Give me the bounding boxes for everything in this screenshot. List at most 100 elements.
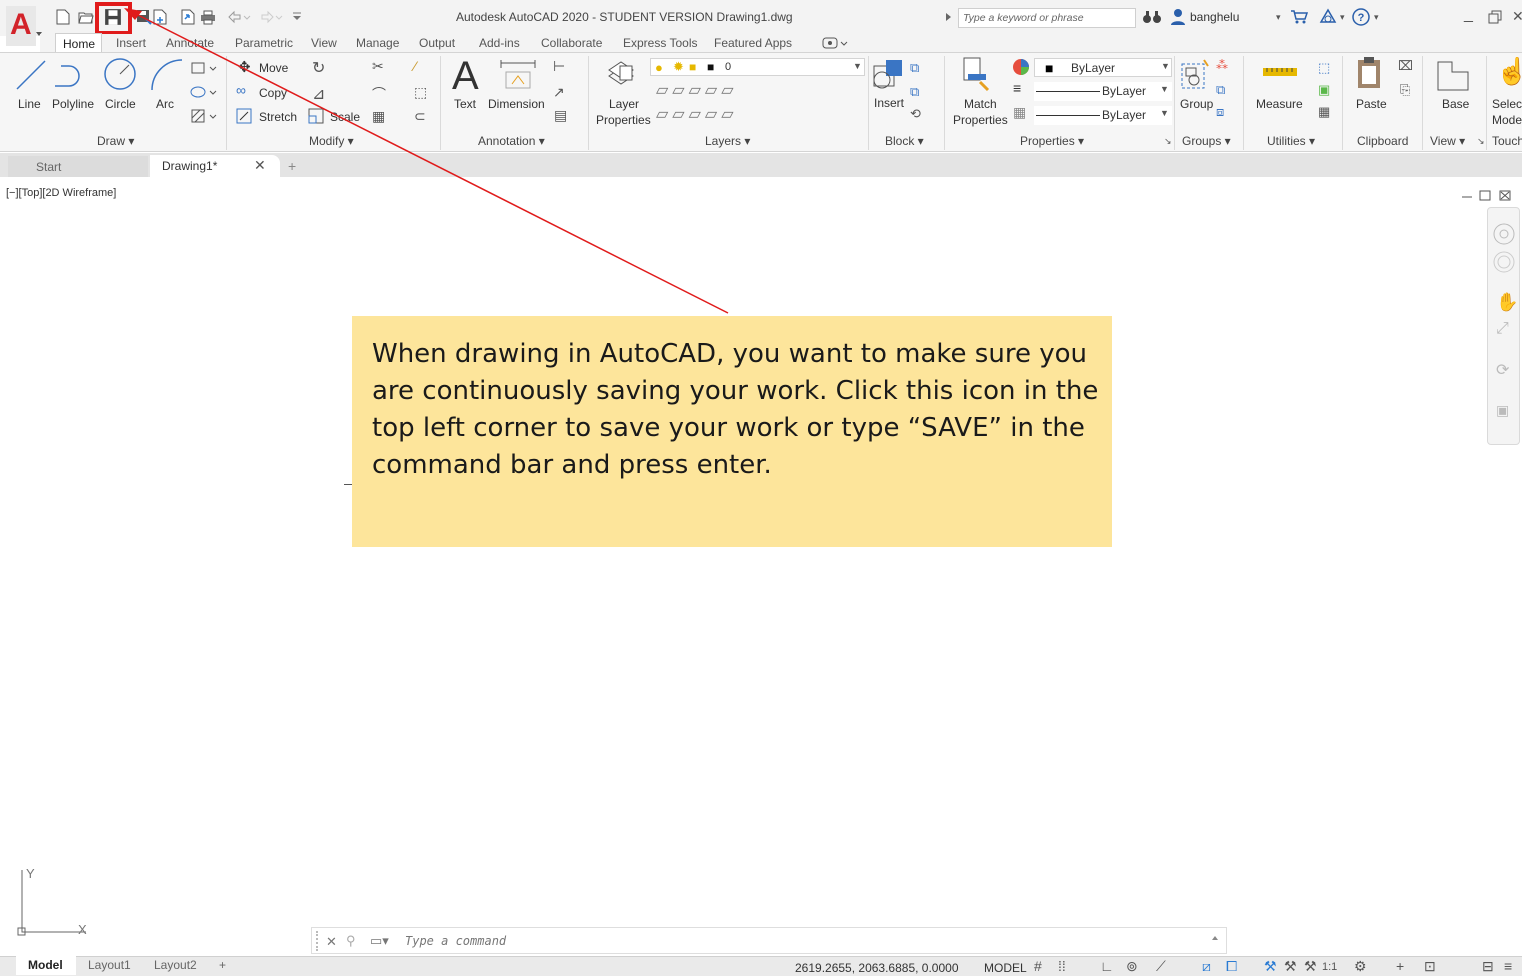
zoom-extents-icon[interactable]: ⤢ <box>1496 320 1509 338</box>
tab-start[interactable]: Start <box>8 156 148 177</box>
annotation-visibility-icon[interactable]: ⚒ <box>1264 958 1277 975</box>
tab-annotate[interactable]: Annotate <box>166 36 214 50</box>
draw-panel-title[interactable]: Draw ▾ <box>97 134 134 148</box>
arc-icon[interactable] <box>148 56 184 92</box>
layer-dropdown[interactable]: ● ✹ ■ ■ 0 ▼ <box>650 58 865 76</box>
undo-icon[interactable] <box>226 9 252 25</box>
user-dropdown-icon[interactable]: ▾ <box>1276 12 1281 23</box>
mirror-icon[interactable]: ⊿ <box>312 84 325 104</box>
search-input[interactable]: Type a keyword or phrase <box>958 8 1136 28</box>
a360-dropdown-icon[interactable]: ▾ <box>1340 12 1345 23</box>
rotate-icon[interactable]: ↻ <box>312 58 325 78</box>
tab-express-tools[interactable]: Express Tools <box>623 36 697 50</box>
linear-dim-icon[interactable]: ⊢ <box>553 58 565 75</box>
line-button-label[interactable]: Line <box>18 97 41 111</box>
group-select-icon[interactable]: ⧈ <box>1216 104 1224 120</box>
rectangle-icon[interactable] <box>190 60 220 76</box>
match-properties-label-1[interactable]: Match <box>964 97 997 111</box>
color-dropdown[interactable]: ■ ByLayer ▼ <box>1034 58 1172 77</box>
isodraft-icon[interactable]: ⟋ <box>1156 958 1166 975</box>
transparency-icon[interactable]: ▦ <box>1013 104 1026 121</box>
tab-drawing1[interactable]: Drawing1* ✕ <box>150 155 280 177</box>
showmotion-icon[interactable]: ▣ <box>1496 402 1509 419</box>
help-icon[interactable]: ? <box>1352 8 1370 26</box>
circle-button-label[interactable]: Circle <box>105 97 136 111</box>
base-view-icon[interactable] <box>1436 58 1472 92</box>
annotation-panel-title[interactable]: Annotation ▾ <box>478 134 545 148</box>
binoculars-icon[interactable] <box>1142 9 1162 25</box>
select-mode-label-1[interactable]: Select <box>1492 97 1522 111</box>
explode-icon[interactable]: ⬚ <box>414 84 427 101</box>
view-dialog-launcher-icon[interactable]: ↘ <box>1477 136 1485 147</box>
restore-icon[interactable] <box>1488 10 1502 24</box>
select-mode-label-2[interactable]: Mode <box>1492 113 1522 127</box>
insert-block-icon[interactable] <box>872 58 906 92</box>
customize-command-icon[interactable]: ⚲ <box>346 933 356 949</box>
properties-panel-title[interactable]: Properties ▾ <box>1020 134 1084 148</box>
viewport-window-controls[interactable] <box>1460 189 1514 201</box>
polyline-icon[interactable] <box>52 58 92 92</box>
steering-wheel-icon[interactable] <box>1492 222 1516 246</box>
command-line[interactable]: ✕ ⚲ ▭▾ Type a command <box>311 927 1227 954</box>
calculator-icon[interactable]: ▦ <box>1318 104 1330 120</box>
customization-menu-icon[interactable]: ≡ <box>1504 958 1512 974</box>
measure-button-label[interactable]: Measure <box>1256 97 1303 111</box>
linetype-dropdown[interactable]: ByLayer ▼ <box>1034 82 1172 101</box>
dimension-button-label[interactable]: Dimension <box>488 97 545 111</box>
layout-tab-model[interactable]: Model <box>16 956 76 975</box>
offset-icon[interactable]: ⊂ <box>414 108 426 125</box>
stretch-button[interactable]: Stretch <box>259 110 297 124</box>
layer-properties-icon[interactable] <box>606 56 636 92</box>
model-space-toggle[interactable]: MODEL <box>984 961 1027 975</box>
block-panel-title[interactable]: Block ▾ <box>885 134 924 148</box>
tab-insert[interactable]: Insert <box>116 36 146 50</box>
cut-icon[interactable]: ⌧ <box>1398 58 1413 74</box>
application-menu-button[interactable]: A <box>6 6 42 46</box>
group-edit-icon[interactable]: ⧉ <box>1216 82 1225 98</box>
share-icon[interactable] <box>180 9 196 25</box>
create-block-icon[interactable]: ⧉ <box>910 60 919 76</box>
viewport-controls-label[interactable]: [−][Top][2D Wireframe] <box>6 187 116 199</box>
move-button[interactable]: Move <box>259 61 288 75</box>
fillet-icon[interactable]: ⌒ <box>372 84 386 104</box>
recent-commands-icon[interactable]: ▭▾ <box>370 933 389 949</box>
snap-icon[interactable]: ⁞⁞ <box>1058 958 1066 974</box>
layers-panel-title[interactable]: Layers ▾ <box>705 134 750 148</box>
base-button-label[interactable]: Base <box>1442 97 1469 111</box>
auto-scale-icon[interactable]: ⚒ <box>1284 958 1297 975</box>
tab-add-ins[interactable]: Add-ins <box>479 36 520 50</box>
coordinate-readout[interactable]: 2619.2655, 2063.6885, 0.0000 <box>795 961 959 975</box>
polyline-button-label[interactable]: Polyline <box>52 97 94 111</box>
clean-screen-icon[interactable]: ⊟ <box>1482 958 1494 975</box>
layout-tab-layout1[interactable]: Layout1 <box>88 958 131 972</box>
touch-icon[interactable]: ☝ <box>1496 56 1522 87</box>
close-tab-icon[interactable]: ✕ <box>254 157 266 174</box>
add-layout-button[interactable]: + <box>219 958 226 972</box>
layer-properties-label-2[interactable]: Properties <box>596 113 651 127</box>
select-all-icon[interactable]: ▣ <box>1318 82 1330 98</box>
save-as-icon[interactable] <box>136 9 152 25</box>
hatch-icon[interactable] <box>190 108 220 124</box>
paste-button-label[interactable]: Paste <box>1356 97 1387 111</box>
lineweight-dropdown[interactable]: ByLayer ▼ <box>1034 106 1172 125</box>
tab-manage[interactable]: Manage <box>356 36 399 50</box>
utilities-panel-title[interactable]: Utilities ▾ <box>1267 134 1315 148</box>
full-navigation-wheel-icon[interactable] <box>1492 250 1516 274</box>
user-name[interactable]: banghelu <box>1190 10 1239 24</box>
close-window-icon[interactable]: ✕ <box>1512 8 1522 25</box>
copy-button[interactable]: Copy <box>259 86 287 100</box>
clipboard-panel-title[interactable]: Clipboard <box>1357 134 1408 148</box>
paste-icon[interactable] <box>1356 56 1384 92</box>
erase-icon[interactable]: ⁄ <box>414 58 416 74</box>
leader-icon[interactable]: ↗ <box>553 84 565 101</box>
measure-icon[interactable] <box>1262 66 1298 78</box>
color-wheel-icon[interactable] <box>1012 58 1030 76</box>
isolate-objects-icon[interactable]: ⊡ <box>1424 958 1436 975</box>
layer-tools-row-2-icon[interactable]: ▱▱▱▱▱ <box>656 104 738 124</box>
open-file-icon[interactable] <box>78 9 94 25</box>
a360-icon[interactable] <box>1318 8 1338 26</box>
group-button-label[interactable]: Group <box>1180 97 1213 111</box>
command-input[interactable]: Type a command <box>405 934 506 948</box>
text-button-label[interactable]: Text <box>454 97 476 111</box>
match-properties-label-2[interactable]: Properties <box>953 113 1008 127</box>
